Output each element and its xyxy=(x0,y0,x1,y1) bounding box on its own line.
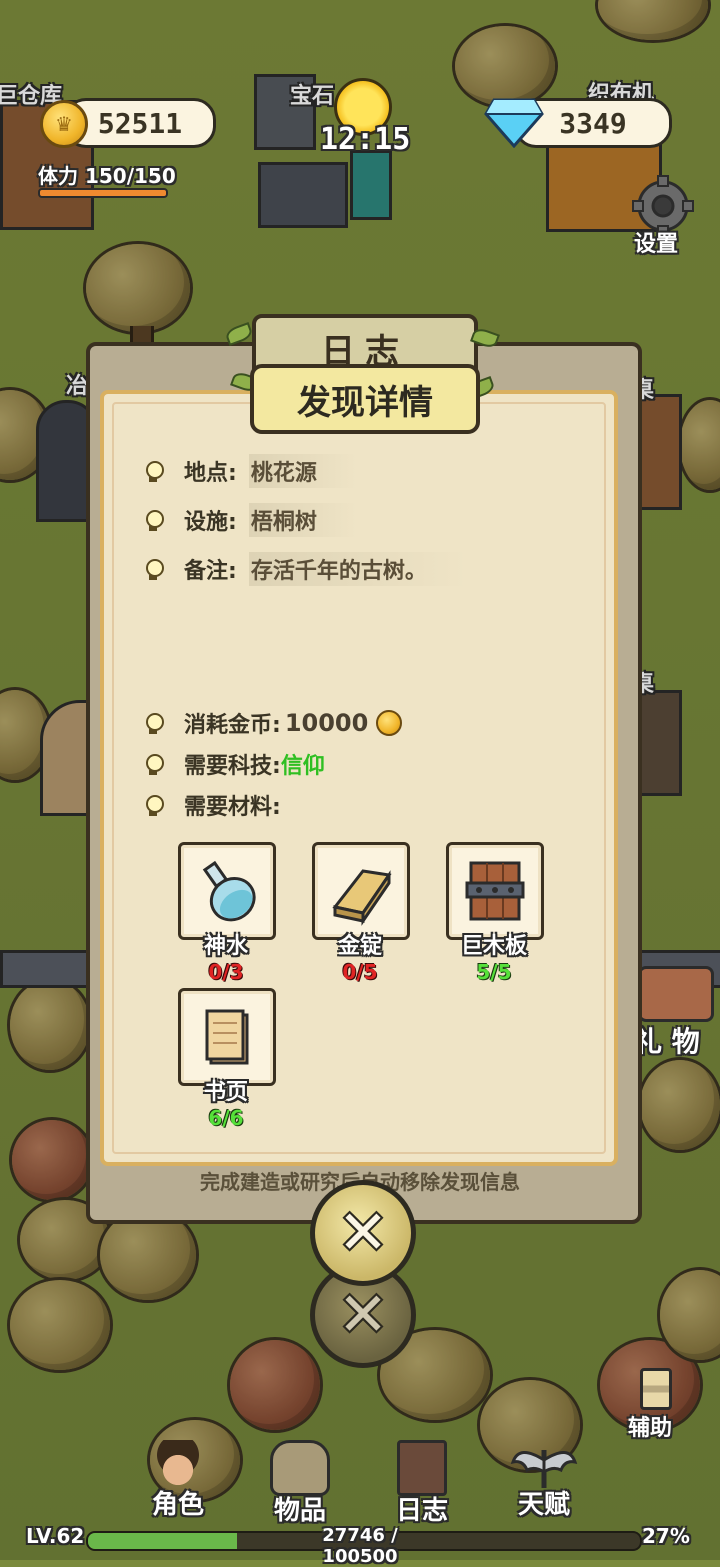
tech-label: 需要科技: xyxy=(184,754,281,779)
wood-plank-icon xyxy=(465,861,525,921)
potion-flask-icon xyxy=(202,860,256,922)
material-name: 书页 xyxy=(203,1080,248,1105)
lightbulb-icon xyxy=(140,556,166,582)
material-name: 金锭 xyxy=(337,934,382,959)
info-label: 地点: xyxy=(184,461,237,486)
settings-button[interactable]: 设置 xyxy=(634,226,678,258)
material-count: 0/3 xyxy=(208,960,244,984)
material-count: 0/5 xyxy=(342,960,378,984)
gift-box-icon[interactable] xyxy=(638,966,714,1022)
nav-items[interactable]: 物品 xyxy=(250,1440,350,1527)
stamina-text: 体力 150/150 xyxy=(38,164,176,188)
exp-text: 27746 / 100500 xyxy=(322,1525,398,1567)
level-text: LV.62 xyxy=(26,1524,85,1548)
cost-row: 消耗金币: 10000 xyxy=(140,706,403,740)
lightbulb-icon xyxy=(140,507,166,533)
dialog-title: 发现详情 xyxy=(250,364,480,434)
material-slot[interactable] xyxy=(446,842,544,940)
nav-label: 天赋 xyxy=(517,1490,570,1520)
material-name: 巨木板 xyxy=(460,934,527,959)
material-item-gold-ingot[interactable]: 金锭 0/5 xyxy=(312,842,410,984)
cost-value: 10000 xyxy=(284,709,369,737)
cost-label: 消耗金币: xyxy=(184,713,281,738)
lightbulb-icon xyxy=(140,710,166,736)
material-slot[interactable] xyxy=(178,988,276,1086)
game-clock: 12:15 xyxy=(320,122,411,157)
diamond-icon xyxy=(484,98,544,148)
coin-icon xyxy=(376,710,403,736)
character-icon xyxy=(148,1440,208,1490)
materials-label: 需要材料: xyxy=(184,795,281,820)
material-item-wood-plank[interactable]: 巨木板 5/5 xyxy=(446,842,544,984)
info-row-facility: 设施: 梧桐树 xyxy=(140,503,357,537)
material-name: 神水 xyxy=(203,934,248,959)
stamina-bar xyxy=(38,188,168,198)
lightbulb-icon xyxy=(140,458,166,484)
exp-progress-fill xyxy=(88,1533,238,1549)
tech-value: 信仰 xyxy=(280,754,325,779)
nav-talent[interactable]: 天赋 xyxy=(494,1440,594,1521)
gift-button[interactable]: 礼 物 xyxy=(634,1020,700,1060)
material-count: 5/5 xyxy=(476,960,512,984)
tech-row: 需要科技: 信仰 xyxy=(140,747,325,781)
nav-character[interactable]: 角色 xyxy=(128,1440,228,1521)
gem-count: 3349 xyxy=(559,106,627,140)
lightbulb-icon xyxy=(140,792,166,818)
backpack-icon xyxy=(270,1440,330,1496)
info-row-note: 备注: 存活千年的古树。 xyxy=(140,552,467,586)
info-value: 梧桐树 xyxy=(248,503,357,537)
info-row-location: 地点: 桃花源 xyxy=(140,454,357,488)
exp-percent: 27% xyxy=(642,1524,690,1548)
material-slot[interactable] xyxy=(178,842,276,940)
close-button[interactable]: ✕ xyxy=(310,1180,416,1286)
info-label: 备注: xyxy=(184,559,237,584)
material-slot[interactable] xyxy=(312,842,410,940)
gold-ingot-icon xyxy=(332,869,392,926)
wings-icon xyxy=(510,1450,578,1488)
lightbulb-icon xyxy=(140,751,166,777)
materials-row: 需要材料: xyxy=(140,788,281,822)
material-item-holy-water[interactable]: 神水 0/3 xyxy=(178,842,276,984)
info-label: 设施: xyxy=(184,510,237,535)
material-count: 6/6 xyxy=(208,1106,244,1130)
hourglass-icon[interactable] xyxy=(640,1368,672,1410)
info-value: 存活千年的古树。 xyxy=(248,552,467,586)
book-page-icon xyxy=(205,1009,249,1065)
assist-button[interactable]: 辅助 xyxy=(628,1410,672,1442)
crown-coin-icon: ♛ xyxy=(40,100,88,148)
info-value: 桃花源 xyxy=(248,454,357,488)
material-item-book-page[interactable]: 书页 6/6 xyxy=(178,988,276,1130)
nav-journal[interactable]: 日志 xyxy=(372,1440,472,1527)
journal-icon xyxy=(397,1440,447,1496)
coin-count: 52511 xyxy=(97,106,183,140)
